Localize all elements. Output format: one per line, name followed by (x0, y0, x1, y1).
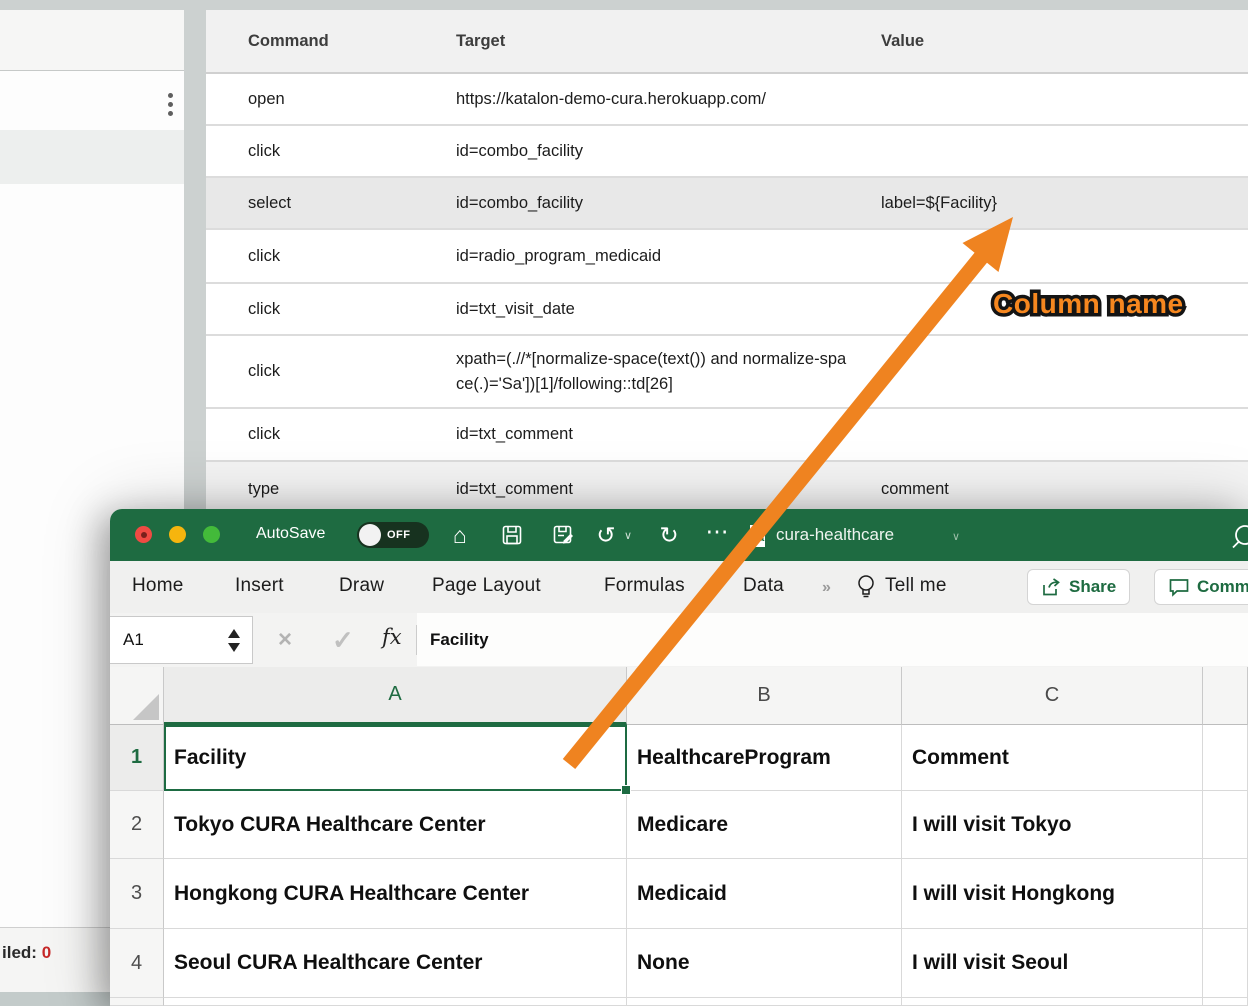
save-as-icon[interactable] (550, 521, 578, 549)
table-row-selected[interactable]: select id=combo_facility label=${Facilit… (206, 178, 1248, 230)
formula-bar: A1 × ✓ fx Facility (110, 613, 1248, 668)
tell-me-label[interactable]: Tell me (885, 575, 947, 597)
cell-d3[interactable] (1203, 859, 1248, 929)
fill-handle[interactable] (621, 785, 631, 795)
lightbulb-icon (855, 573, 877, 601)
formula-value: Facility (417, 630, 489, 650)
ribbon-overflow-icon[interactable]: » (822, 579, 829, 597)
table-row[interactable]: click xpath=(.//*[normalize-space(text()… (206, 336, 1248, 409)
autosave-toggle[interactable]: OFF (357, 522, 429, 548)
document-title-chevron-icon[interactable]: ∨ (952, 530, 960, 543)
column-header-a[interactable]: A (164, 667, 627, 725)
screenshot-root: iled: 0 Command Target Value open https:… (0, 0, 1248, 1006)
formula-input[interactable]: Facility (417, 613, 1248, 666)
share-label: Share (1069, 577, 1116, 597)
testcase-selected-item[interactable] (0, 130, 184, 184)
home-icon[interactable]: ⌂ (446, 521, 474, 549)
tab-home[interactable]: Home (132, 575, 183, 597)
cell-d5[interactable] (1203, 998, 1248, 1006)
undo-icon[interactable]: ↺ (592, 521, 620, 549)
cell-a5[interactable] (164, 998, 627, 1006)
window-top-strip (0, 0, 1248, 10)
col-header-value: Value (881, 32, 1248, 51)
close-button[interactable] (135, 526, 152, 543)
col-header-command: Command (206, 32, 456, 51)
tab-formulas[interactable]: Formulas (604, 575, 685, 597)
excel-window: AutoSave OFF ⌂ ↺ ∨ ↻ ⋯ (110, 509, 1248, 1006)
cell-b4[interactable]: None (627, 929, 902, 998)
cell-b2[interactable]: Medicare (627, 791, 902, 859)
confirm-entry-icon[interactable]: ✓ (332, 625, 354, 656)
testcase-panel-header (0, 10, 184, 71)
toggle-state-label: OFF (387, 529, 411, 541)
tab-insert[interactable]: Insert (235, 575, 284, 597)
search-icon[interactable] (1226, 523, 1248, 549)
spreadsheet-grid: A B C 1 Facility HealthcareProgram Comme… (110, 667, 1248, 1006)
command-table-header: Command Target Value (206, 10, 1248, 74)
select-all-corner[interactable] (110, 667, 164, 725)
table-row[interactable]: click id=radio_program_medicaid (206, 230, 1248, 284)
name-box[interactable]: A1 (110, 616, 253, 664)
column-header-d[interactable] (1203, 667, 1248, 725)
cell-d1[interactable] (1203, 725, 1248, 791)
table-row[interactable]: click id=txt_comment (206, 409, 1248, 462)
cancel-entry-icon[interactable]: × (278, 626, 292, 654)
share-button[interactable]: Share (1027, 569, 1130, 605)
failed-counter: iled: 0 (2, 943, 51, 963)
name-box-spinner[interactable] (228, 629, 252, 652)
table-row[interactable]: click id=combo_facility (206, 126, 1248, 178)
excel-doc-icon: xa (746, 524, 767, 548)
minimize-button[interactable] (169, 526, 186, 543)
cell-b1[interactable]: HealthcareProgram (627, 725, 902, 791)
autosave-label: AutoSave (256, 525, 325, 543)
undo-chevron-icon[interactable]: ∨ (624, 529, 632, 542)
tab-draw[interactable]: Draw (339, 575, 384, 597)
cell-d4[interactable] (1203, 929, 1248, 998)
table-row[interactable]: open https://katalon-demo-cura.herokuapp… (206, 74, 1248, 126)
cell-b5[interactable] (627, 998, 902, 1006)
tab-page-layout[interactable]: Page Layout (432, 575, 541, 597)
col-header-target: Target (456, 32, 881, 51)
cell-a3[interactable]: Hongkong CURA Healthcare Center (164, 859, 627, 929)
row-header-4[interactable]: 4 (110, 929, 164, 998)
redo-icon[interactable]: ↻ (655, 521, 683, 549)
name-box-value: A1 (110, 630, 228, 650)
cell-c3[interactable]: I will visit Hongkong (902, 859, 1203, 929)
row-header-2[interactable]: 2 (110, 791, 164, 859)
cell-a1[interactable]: Facility (164, 725, 627, 791)
excel-titlebar[interactable]: AutoSave OFF ⌂ ↺ ∨ ↻ ⋯ (110, 509, 1248, 561)
comment-icon (1168, 577, 1190, 597)
tab-data[interactable]: Data (743, 575, 784, 597)
comments-label: Comm (1197, 577, 1248, 597)
insert-function-icon[interactable]: fx (382, 625, 402, 649)
kebab-menu-icon[interactable] (163, 93, 177, 116)
column-header-c[interactable]: C (902, 667, 1203, 725)
save-icon[interactable] (498, 521, 526, 549)
share-icon (1041, 577, 1062, 597)
comments-button[interactable]: Comm (1154, 569, 1248, 605)
cell-b3[interactable]: Medicaid (627, 859, 902, 929)
cell-d2[interactable] (1203, 791, 1248, 859)
column-header-b[interactable]: B (627, 667, 902, 725)
zoom-button[interactable] (203, 526, 220, 543)
failed-count: 0 (42, 943, 51, 962)
row-header-1[interactable]: 1 (110, 725, 164, 791)
excel-ribbon: Home Insert Draw Page Layout Formulas Da… (110, 561, 1248, 614)
cell-c4[interactable]: I will visit Seoul (902, 929, 1203, 998)
facility-variable-value: label=${Facility} (881, 194, 1248, 213)
toggle-knob (359, 524, 381, 546)
cell-c1[interactable]: Comment (902, 725, 1203, 791)
row-header-5[interactable] (110, 998, 164, 1006)
annotation-label: Column name (993, 288, 1184, 320)
cell-a4[interactable]: Seoul CURA Healthcare Center (164, 929, 627, 998)
more-commands-icon[interactable]: ⋯ (703, 517, 731, 545)
svg-text:xa: xa (752, 532, 765, 544)
cell-a2[interactable]: Tokyo CURA Healthcare Center (164, 791, 627, 859)
document-title[interactable]: cura-healthcare (776, 525, 894, 545)
row-header-3[interactable]: 3 (110, 859, 164, 929)
cell-c5[interactable] (902, 998, 1203, 1006)
cell-c2[interactable]: I will visit Tokyo (902, 791, 1203, 859)
